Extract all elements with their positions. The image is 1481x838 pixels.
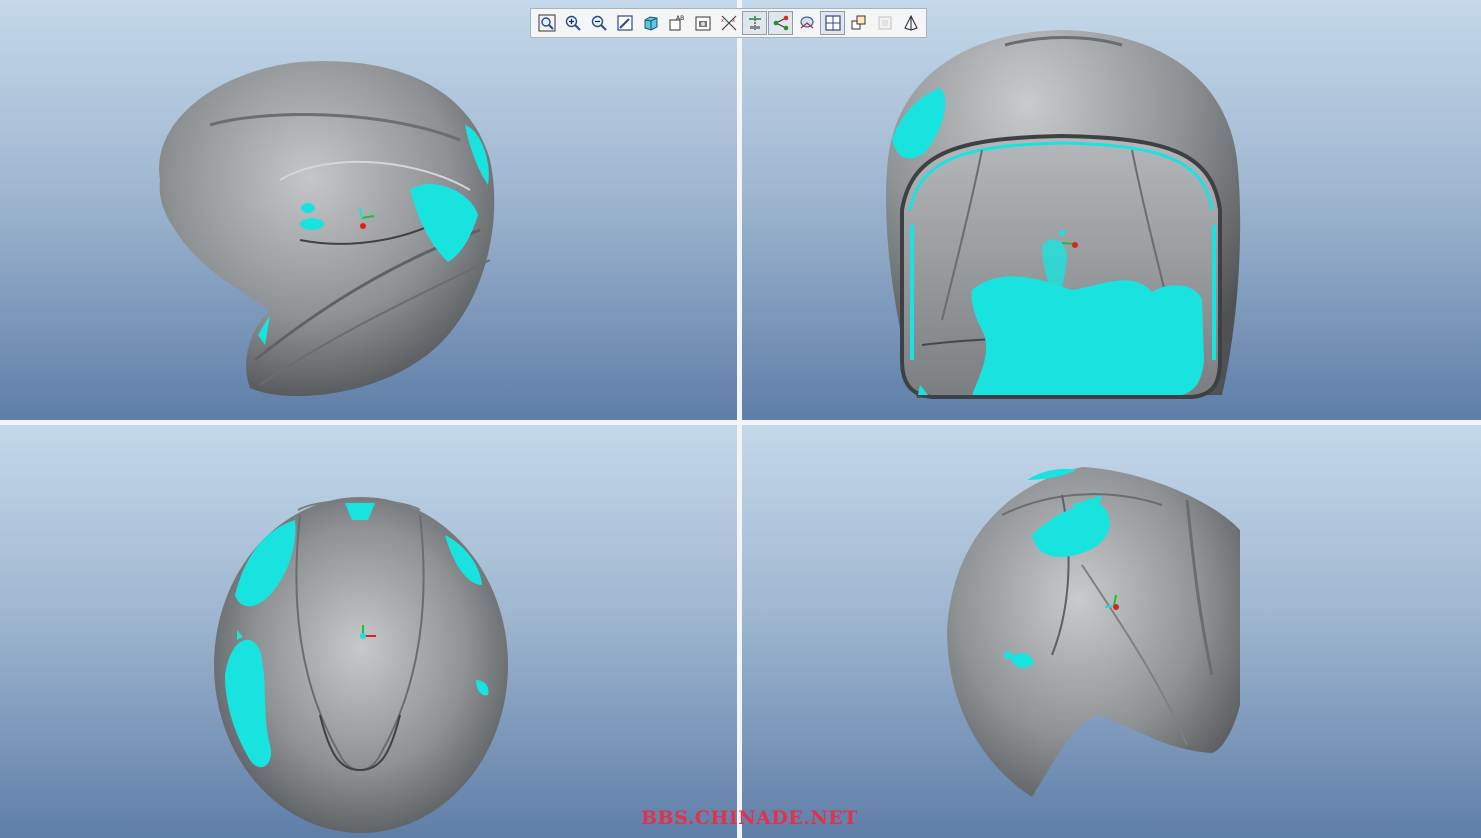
multiple-viewports-icon	[824, 15, 841, 31]
zoom-out-button[interactable]	[586, 11, 611, 35]
named-views-icon: AB	[669, 15, 684, 31]
viewport-splitter-vertical[interactable]	[737, 0, 742, 838]
saved-views-button[interactable]	[690, 11, 715, 35]
coordinate-system-display-button[interactable]	[794, 11, 819, 35]
coordinate-system-display-icon	[800, 16, 813, 29]
multiple-viewports-button[interactable]	[820, 11, 845, 35]
helmet-front-model[interactable]	[742, 0, 1481, 420]
orient-icon	[903, 14, 918, 31]
zoom-in-icon	[565, 15, 581, 31]
zoom-fit-button[interactable]	[534, 11, 559, 35]
perspective-button[interactable]	[872, 11, 897, 35]
perspective-icon	[878, 16, 891, 30]
view-manager-button[interactable]	[846, 11, 871, 35]
helmet-top-model[interactable]	[0, 425, 737, 838]
viewport-splitter-horizontal[interactable]	[0, 420, 1481, 425]
viewport-side-view[interactable]	[0, 0, 737, 420]
orient-button[interactable]	[898, 11, 923, 35]
svg-text:x: x	[721, 18, 724, 24]
repaint-icon	[616, 15, 633, 31]
named-views-button[interactable]: AB	[664, 11, 689, 35]
datum-point-display-button[interactable]	[768, 11, 793, 35]
datum-axis-display-button[interactable]	[742, 11, 767, 35]
saved-views-icon	[695, 16, 710, 31]
repaint-button[interactable]	[612, 11, 637, 35]
datum-point-display-icon	[773, 15, 788, 31]
datum-plane-display-button[interactable]: xx	[716, 11, 741, 35]
view-manager-icon	[851, 15, 865, 30]
display-style-icon	[644, 16, 657, 31]
zoom-out-icon	[591, 15, 607, 31]
viewport-front-view[interactable]	[742, 0, 1481, 420]
viewport-top-view[interactable]	[0, 425, 737, 838]
svg-text:x: x	[732, 18, 735, 24]
zoom-fit-icon	[538, 14, 555, 32]
viewport-isometric-view[interactable]	[742, 425, 1481, 838]
svg-text:AB: AB	[676, 15, 684, 22]
datum-axis-display-icon	[748, 16, 761, 30]
helmet-side-model[interactable]	[0, 0, 737, 420]
zoom-in-button[interactable]	[560, 11, 585, 35]
site-watermark: BBS.CHINADE.NET	[641, 807, 858, 829]
helmet-isometric-model[interactable]	[742, 425, 1481, 838]
view-toolbar: AB xx	[530, 8, 927, 38]
datum-plane-display-icon: xx	[721, 15, 736, 31]
display-style-button[interactable]	[638, 11, 663, 35]
